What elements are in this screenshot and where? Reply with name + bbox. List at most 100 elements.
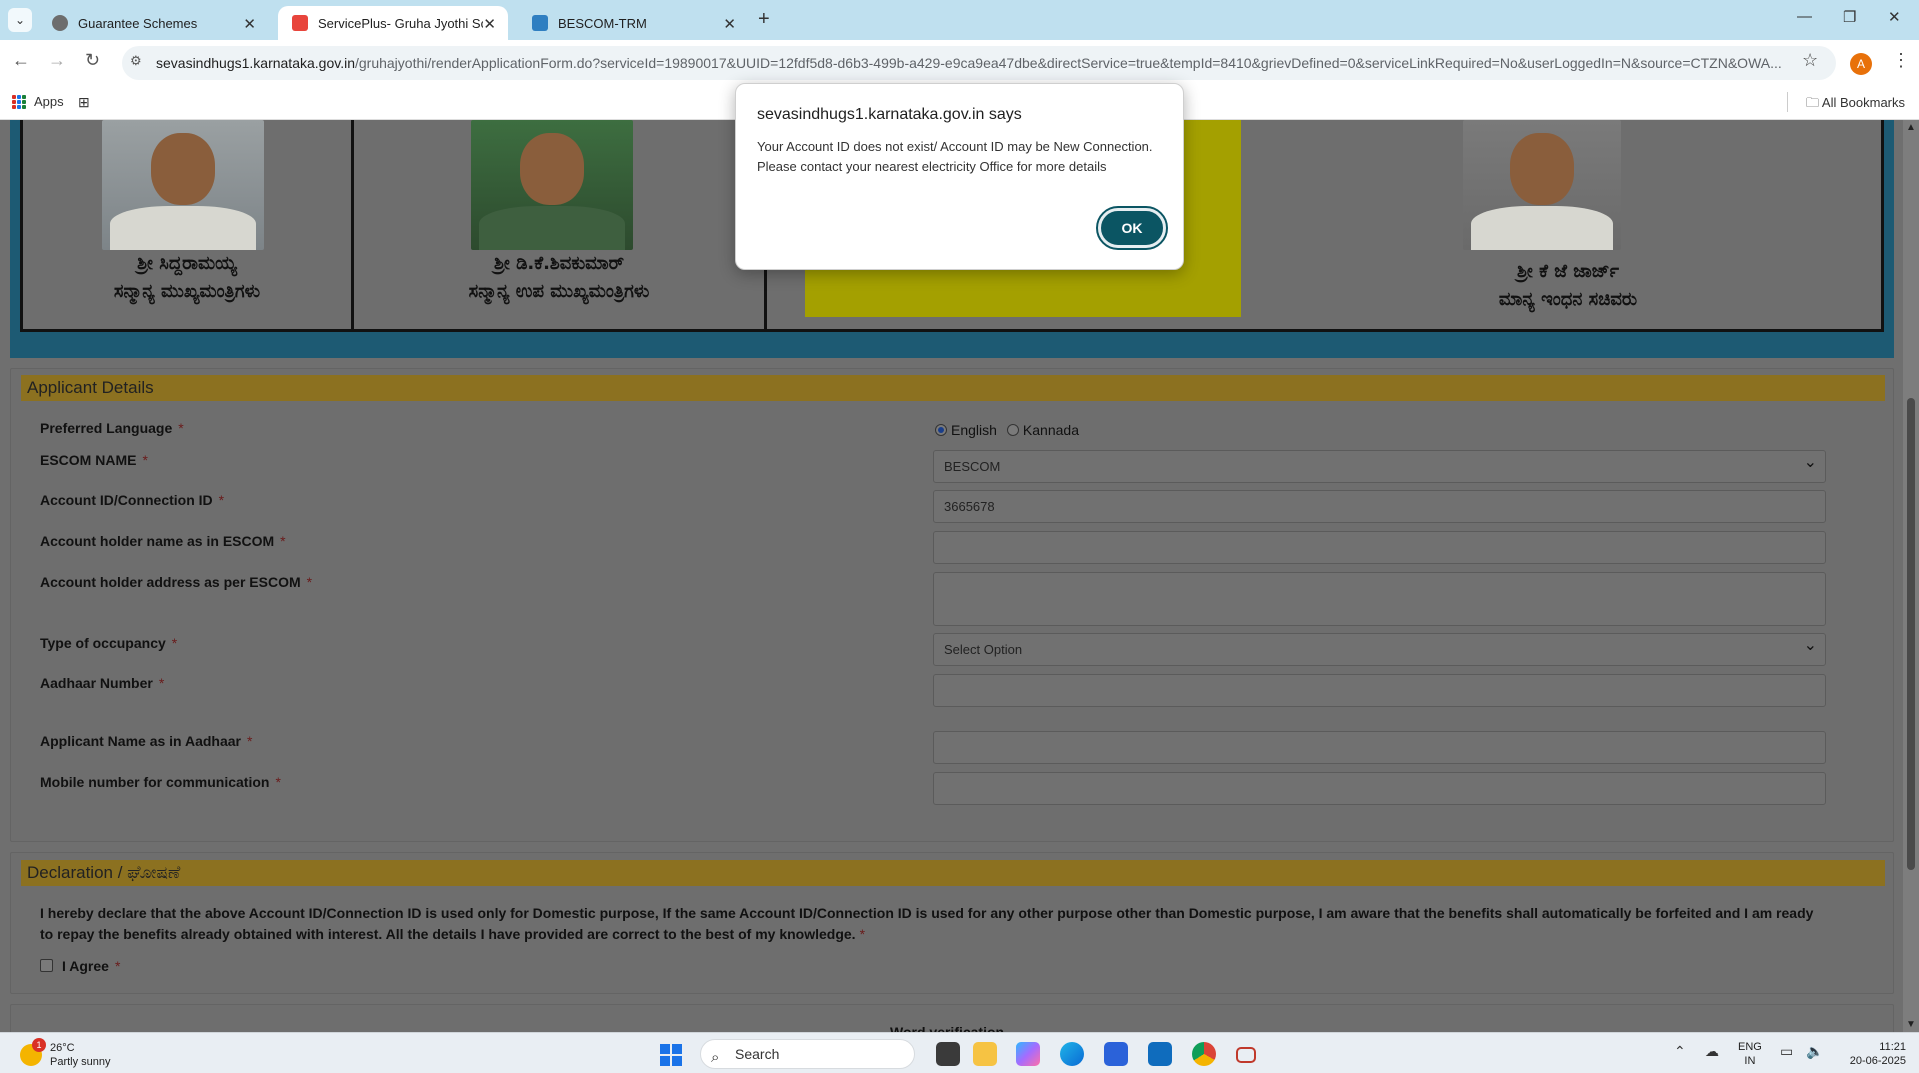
alert-dialog: sevasindhugs1.karnataka.gov.in says Your… — [735, 83, 1184, 270]
system-clock[interactable]: 11:21 20-06-2025 — [1836, 1040, 1906, 1068]
tab-label: Guarantee Schemes — [78, 15, 198, 31]
tab-search-icon[interactable]: ⌄ — [8, 8, 32, 32]
leader-title: ಸನ್ಮಾನ್ಯ ಉಪ ಮುಖ್ಯಮಂತ್ರಿಗಳು — [468, 281, 650, 302]
word-verification-heading: Word verification — [890, 1024, 1005, 1032]
site-info-icon[interactable]: ⚙ — [130, 53, 142, 69]
apps-label: Apps — [34, 94, 64, 109]
leader-card: ಶ್ರೀ ಸಿದ್ದರಾಮಯ್ಯ ಸನ್ಮಾನ್ಯ ಮುಖ್ಯಮಂತ್ರಿಗಳು — [23, 120, 354, 332]
mobile-input[interactable] — [933, 772, 1826, 805]
leader-name: ಶ್ರೀ ಕೆ ಜೆ ಜಾರ್ಜ್ — [1517, 261, 1619, 282]
agree-checkbox[interactable] — [40, 959, 53, 972]
close-tab-icon[interactable]: ✕ — [243, 15, 256, 33]
windows-taskbar: 1 26°C Partly sunny ⌕ Search ⌃ ☁ ENG IN … — [0, 1032, 1919, 1073]
language-radio-group: English Kannada — [935, 422, 1079, 438]
forward-icon[interactable]: → — [48, 50, 66, 71]
start-icon[interactable] — [660, 1044, 682, 1066]
section-heading-applicant: Applicant Details — [21, 375, 1885, 401]
network-icon[interactable]: ▭ — [1780, 1043, 1793, 1060]
label-holder-name: Account holder name as in ESCOM * — [40, 533, 286, 549]
tab-label: ServicePlus- Gruha Jyothi Scheme — [318, 15, 483, 31]
reload-icon[interactable]: ↻ — [85, 50, 100, 71]
tab-guarantee-schemes[interactable]: Guarantee Schemes ✕ — [38, 6, 268, 40]
new-tab-icon[interactable]: + — [758, 8, 770, 31]
aadhaar-input[interactable] — [933, 674, 1826, 707]
serviceplus-icon — [292, 15, 308, 31]
file-explorer-icon[interactable] — [973, 1042, 997, 1066]
leader-title: ಮಾನ್ಯ ಇಂಧನ ಸಚಿವರು — [1498, 289, 1638, 310]
scrollbar-thumb[interactable] — [1907, 398, 1915, 870]
notification-badge: 1 — [32, 1038, 46, 1052]
leader-photo — [1463, 120, 1621, 250]
tab-serviceplus[interactable]: ServicePlus- Gruha Jyothi Scheme ✕ — [278, 6, 508, 40]
leader-title: ಸನ್ಮಾನ್ಯ ಮುಖ್ಯಮಂತ್ರಿಗಳು — [113, 281, 261, 302]
restore-icon[interactable]: ❐ — [1843, 8, 1856, 26]
apps-bookmark[interactable]: Apps — [12, 94, 64, 109]
escom-select[interactable]: BESCOM — [933, 447, 1826, 483]
tab-groups-icon[interactable]: ⊞ — [78, 94, 90, 111]
outlook-icon[interactable] — [1148, 1042, 1172, 1066]
weather-widget[interactable]: 1 26°C Partly sunny — [20, 1038, 111, 1069]
leader-name: ಶ್ರೀ ಡಿ.ಕೆ.ಶಿವಕುಮಾರ್ — [493, 253, 624, 274]
holder-name-input[interactable] — [933, 531, 1826, 564]
occupancy-select[interactable]: Select Option — [933, 630, 1826, 666]
task-view-icon[interactable] — [936, 1042, 960, 1066]
weather-sun-icon: 1 — [20, 1038, 46, 1066]
label-holder-address: Account holder address as per ESCOM * — [40, 574, 313, 590]
holder-address-textarea[interactable] — [933, 572, 1826, 626]
bookmark-star-icon[interactable]: ☆ — [1802, 50, 1818, 71]
leader-card: ಶ್ರೀ ಡಿ.ಕೆ.ಶಿವಕುಮಾರ್ ಸನ್ಮಾನ್ಯ ಉಪ ಮುಖ್ಯಮಂ… — [354, 120, 767, 332]
radio-english[interactable] — [935, 424, 947, 436]
radio-label-english: English — [951, 422, 997, 438]
label-occupancy: Type of occupancy * — [40, 635, 178, 651]
ok-button[interactable]: OK — [1096, 206, 1168, 250]
bookmark-divider — [1787, 92, 1788, 112]
tab-strip: ⌄ Guarantee Schemes ✕ ServicePlus- Gruha… — [0, 0, 1919, 40]
scroll-up-icon[interactable]: ▲ — [1906, 122, 1916, 133]
label-account-id: Account ID/Connection ID * — [40, 492, 225, 508]
taskbar-search[interactable]: ⌕ Search — [700, 1039, 915, 1069]
edge-icon[interactable] — [1060, 1042, 1084, 1066]
leader-card: ಶ್ರೀ ಕೆ ಜೆ ಜಾರ್ಜ್ ಮಾನ್ಯ ಇಂಧನ ಸಚಿವರು — [1253, 120, 1883, 332]
account-id-input[interactable]: 3665678 — [933, 490, 1826, 523]
page-scrollbar[interactable]: ▲ ▼ — [1903, 120, 1919, 1032]
label-aadhaar-name: Applicant Name as in Aadhaar * — [40, 733, 253, 749]
radio-label-kannada: Kannada — [1022, 422, 1079, 438]
leader-name: ಶ್ರೀ ಸಿದ್ದರಾಮಯ್ಯ — [137, 253, 237, 274]
tab-label: BESCOM-TRM — [558, 15, 647, 31]
leader-photo — [471, 120, 633, 250]
globe-icon — [52, 15, 68, 31]
section-heading-declaration: Declaration / ಘೋಷಣೆ — [21, 860, 1885, 886]
all-bookmarks-label: All Bookmarks — [1821, 95, 1905, 110]
snipping-tool-icon[interactable] — [1236, 1047, 1256, 1063]
radio-kannada[interactable] — [1006, 424, 1019, 436]
weather-desc: Partly sunny — [50, 1056, 111, 1068]
browser-toolbar: ← → ↻ sevasindhugs1.karnataka.gov.in/gru… — [0, 40, 1919, 84]
dialog-message: Your Account ID does not exist/ Account … — [757, 139, 1153, 174]
back-icon[interactable]: ← — [12, 50, 30, 71]
copilot-icon[interactable] — [1016, 1042, 1040, 1066]
address-bar[interactable]: sevasindhugs1.karnataka.gov.in/gruhajyot… — [122, 46, 1836, 80]
tray-overflow-icon[interactable]: ⌃ — [1674, 1043, 1686, 1060]
language-indicator[interactable]: ENG IN — [1738, 1040, 1762, 1068]
dialog-title: sevasindhugs1.karnataka.gov.in says — [757, 106, 1022, 123]
onedrive-icon[interactable]: ☁ — [1705, 1043, 1719, 1060]
scroll-down-icon[interactable]: ▼ — [1906, 1019, 1916, 1030]
chrome-icon[interactable] — [1192, 1042, 1216, 1066]
leader-photo — [102, 120, 264, 250]
store-icon[interactable] — [1104, 1042, 1128, 1066]
aadhaar-name-input[interactable] — [933, 731, 1826, 764]
profile-avatar[interactable]: A — [1850, 53, 1872, 75]
all-bookmarks[interactable]: 🗀 All Bookmarks — [1806, 94, 1905, 116]
close-tab-icon[interactable]: ✕ — [483, 15, 496, 33]
url-path: /gruhajyothi/renderApplicationForm.do?se… — [354, 55, 1782, 71]
tab-bescom-trm[interactable]: BESCOM-TRM ✕ — [518, 6, 748, 40]
close-window-icon[interactable]: ✕ — [1888, 8, 1901, 26]
volume-icon[interactable]: 🔈 — [1806, 1043, 1823, 1060]
minimize-icon[interactable]: — — [1797, 8, 1812, 25]
close-tab-icon[interactable]: ✕ — [723, 15, 736, 33]
label-preferred-language: Preferred Language * — [40, 420, 184, 436]
menu-kebab-icon[interactable]: ⋮ — [1892, 50, 1910, 71]
label-aadhaar: Aadhaar Number * — [40, 675, 165, 691]
label-escom-name: ESCOM NAME * — [40, 452, 148, 468]
label-mobile: Mobile number for communication * — [40, 774, 281, 790]
